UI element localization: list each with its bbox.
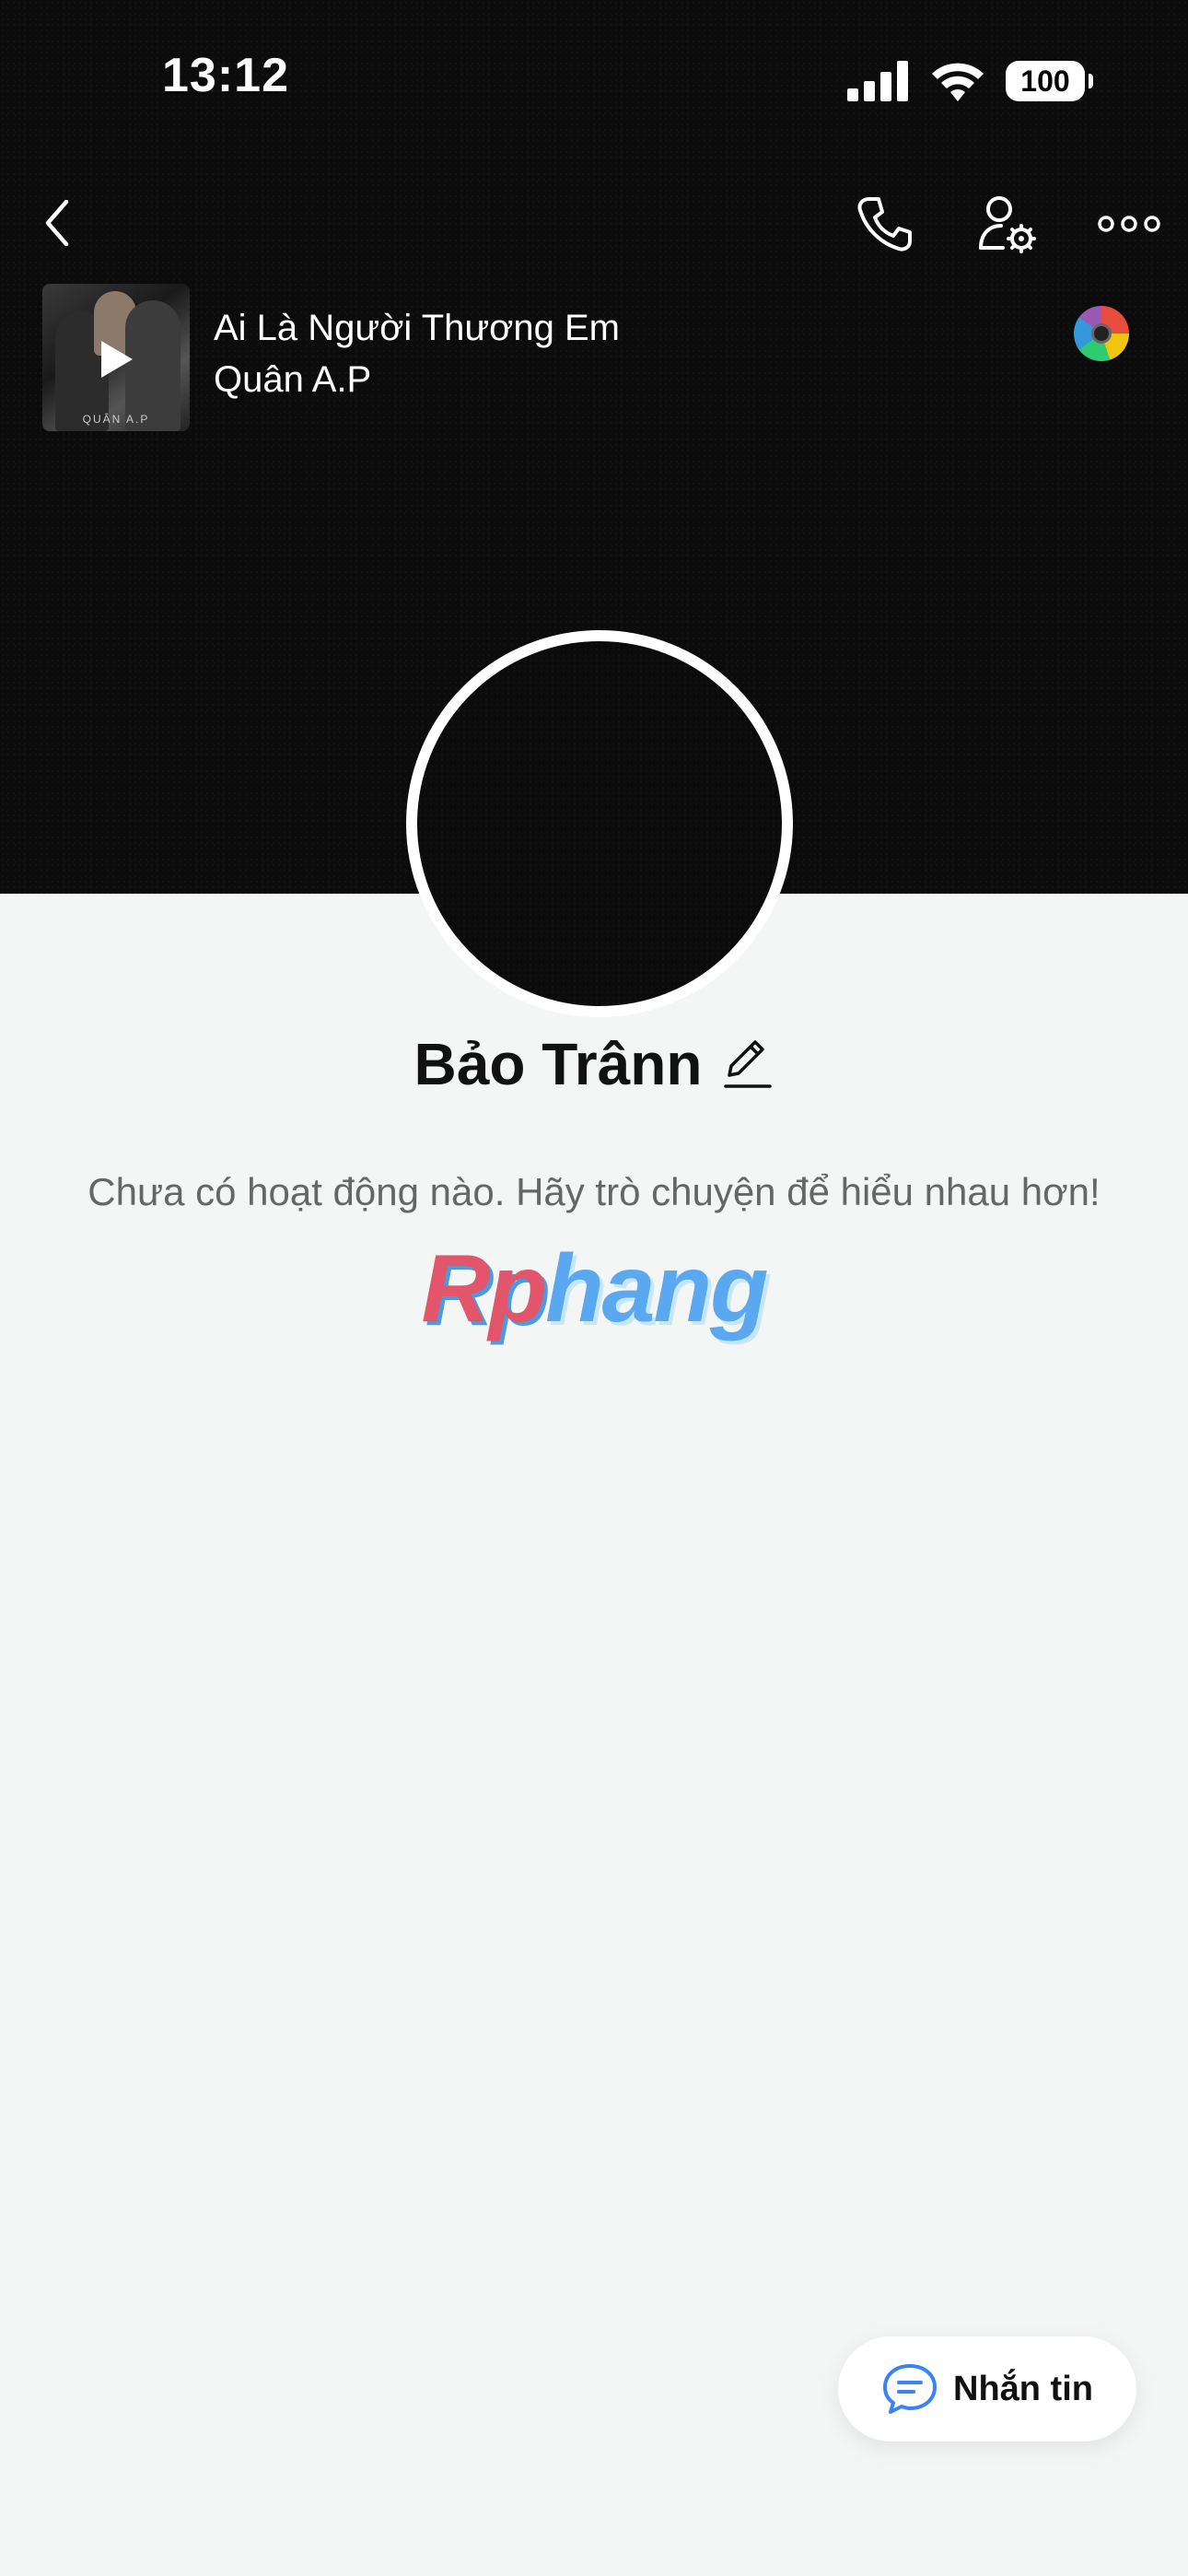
call-button[interactable] [853, 192, 917, 256]
edit-name-button[interactable] [722, 1033, 774, 1096]
battery-indicator: 100 [1006, 61, 1093, 101]
empty-activity-message: Chưa có hoạt động nào. Hãy trò chuyện để… [87, 1170, 1101, 1213]
song-title: Ai Là Người Thương Em [214, 308, 620, 348]
watermark-part-1: Rp [421, 1235, 547, 1342]
back-button[interactable] [37, 193, 77, 252]
avatar[interactable] [406, 630, 793, 1017]
disc-icon[interactable] [1074, 306, 1129, 361]
chat-icon [883, 2364, 937, 2414]
song-artist: Quân A.P [214, 359, 372, 400]
profile-name: Bảo Trânn [413, 1031, 703, 1097]
user-settings-icon [979, 196, 1036, 253]
phone-icon [857, 197, 912, 252]
profile-music-bar[interactable]: QUÂN A.P Ai Là Người Thương Em Quân A.P [42, 284, 1129, 431]
profile-name-row: Bảo Trânn [0, 1030, 1188, 1098]
status-icons: 100 [847, 55, 1093, 107]
message-button[interactable]: Nhắn tin [838, 2336, 1136, 2441]
play-icon[interactable] [101, 341, 133, 378]
more-icon [1098, 216, 1160, 232]
wifi-icon [932, 63, 984, 101]
signal-icon [847, 61, 908, 101]
back-icon [45, 200, 69, 246]
watermark-part-2: hang [545, 1235, 768, 1342]
message-button-label: Nhắn tin [953, 2369, 1093, 2408]
album-art[interactable]: QUÂN A.P [42, 284, 190, 431]
more-button[interactable] [1094, 201, 1164, 247]
pencil-icon [724, 1039, 773, 1088]
album-caption: QUÂN A.P [82, 413, 150, 426]
status-time: 13:12 [162, 49, 289, 102]
watermark-logo: Rphang [0, 1235, 1188, 1344]
profile-settings-button[interactable] [974, 192, 1041, 258]
